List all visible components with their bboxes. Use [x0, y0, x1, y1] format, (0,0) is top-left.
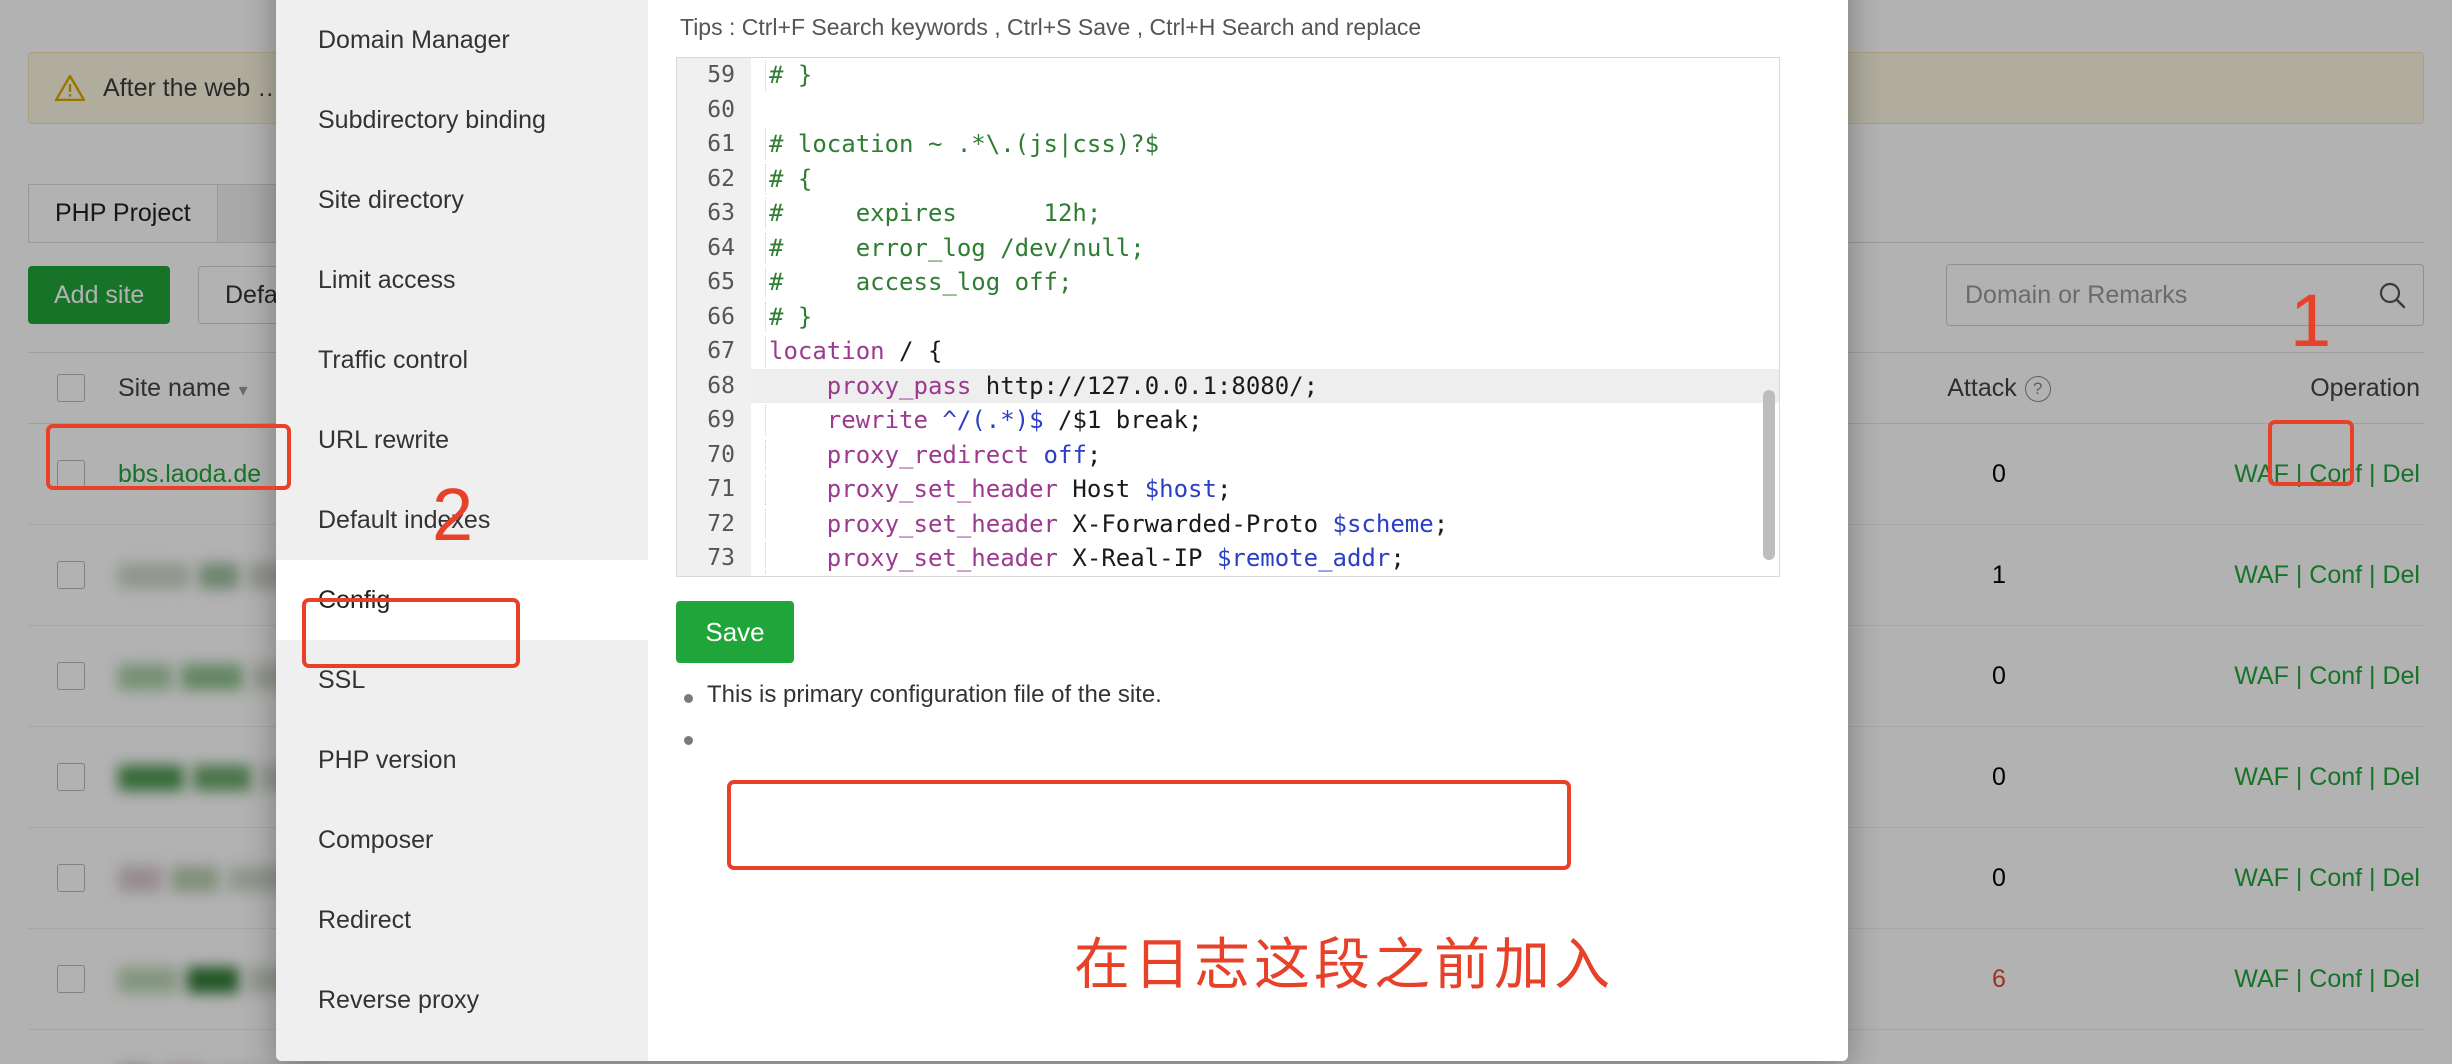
- code-token: off: [1044, 441, 1087, 469]
- line-number: 65: [677, 265, 735, 300]
- site-settings-modal: Domain Manager Subdirectory binding Site…: [276, 0, 1848, 1061]
- code-line[interactable]: # location ~ .*\.(js|css)?$: [769, 127, 1779, 162]
- editor-tips: Tips : Ctrl+F Search keywords , Ctrl+S S…: [676, 0, 1814, 57]
- line-number: 70: [677, 438, 735, 473]
- line-number: 73: [677, 541, 735, 576]
- line-number: 59: [677, 58, 735, 93]
- sidebar-item-subdirectory-binding[interactable]: Subdirectory binding: [276, 80, 648, 160]
- code-line[interactable]: # }: [769, 300, 1779, 335]
- code-line[interactable]: proxy_pass http://127.0.0.1:8080/;: [751, 369, 1779, 404]
- sidebar-item-reverse-proxy[interactable]: Reverse proxy: [276, 960, 648, 1040]
- code-line[interactable]: # }: [769, 58, 1779, 93]
- editor-scrollbar[interactable]: [1765, 60, 1777, 574]
- editor-scrollbar-thumb[interactable]: [1763, 390, 1775, 560]
- code-line[interactable]: rewrite ^/(.*)$ /$1 break;: [769, 403, 1779, 438]
- sidebar-item-config[interactable]: Config: [276, 560, 648, 640]
- code-token: $remote_addr: [1217, 544, 1390, 572]
- code-token: # {: [769, 165, 812, 193]
- note-item: [684, 723, 1814, 745]
- note-item: This is primary configuration file of th…: [684, 681, 1814, 709]
- code-token: [1029, 441, 1043, 469]
- line-number: 61: [677, 127, 735, 162]
- code-token: Host: [1058, 475, 1145, 503]
- code-token: proxy_redirect: [769, 441, 1029, 469]
- code-token: [928, 406, 942, 434]
- config-editor[interactable]: 5960616263646566676869707172737475767778…: [676, 57, 1780, 577]
- code-line[interactable]: # {: [769, 162, 1779, 197]
- code-token: proxy_set_header: [769, 510, 1058, 538]
- code-token: proxy_set_header: [769, 475, 1058, 503]
- code-token: /$1 break;: [1044, 406, 1203, 434]
- code-token: http://127.0.0.1:8080/;: [971, 372, 1318, 400]
- code-line[interactable]: proxy_set_header Host $host;: [769, 472, 1779, 507]
- line-number: 69: [677, 403, 735, 438]
- code-token: # }: [769, 303, 812, 331]
- line-number: 66: [677, 300, 735, 335]
- code-token: ;: [1434, 510, 1448, 538]
- line-number: 67: [677, 334, 735, 369]
- line-number: 72: [677, 507, 735, 542]
- line-number: 68: [677, 369, 735, 404]
- code-token: ;: [1087, 441, 1101, 469]
- sidebar-item-traffic-control[interactable]: Traffic control: [276, 320, 648, 400]
- editor-notes: This is primary configuration file of th…: [676, 681, 1814, 745]
- modal-content: Tips : Ctrl+F Search keywords , Ctrl+S S…: [648, 0, 1848, 1061]
- modal-sidebar: Domain Manager Subdirectory binding Site…: [276, 0, 648, 1061]
- code-token: proxy_set_header: [769, 544, 1058, 572]
- code-token: location: [769, 337, 885, 365]
- editor-code-area[interactable]: # } # location ~ .*\.(js|css)?$ # { # expi…: [751, 58, 1779, 576]
- save-button[interactable]: Save: [676, 601, 794, 663]
- sidebar-item-php-version[interactable]: PHP version: [276, 720, 648, 800]
- bullet-dot-icon: [684, 736, 693, 745]
- code-line[interactable]: # access_log off;: [769, 265, 1779, 300]
- code-token: X-Real-IP: [1058, 544, 1217, 572]
- sidebar-item-domain-manager[interactable]: Domain Manager: [276, 0, 648, 80]
- code-token: $host: [1145, 475, 1217, 503]
- note-text: This is primary configuration file of th…: [707, 681, 1162, 709]
- code-token: ;: [1390, 544, 1404, 572]
- line-number: 62: [677, 162, 735, 197]
- line-number: 74: [677, 576, 735, 578]
- code-token: $scheme: [1333, 510, 1434, 538]
- code-line[interactable]: [769, 93, 1779, 128]
- code-token: # access_log off;: [769, 268, 1072, 296]
- code-token: ^/(.*)$: [942, 406, 1043, 434]
- sidebar-item-redirect[interactable]: Redirect: [276, 880, 648, 960]
- code-line[interactable]: # expires 12h;: [769, 196, 1779, 231]
- code-line[interactable]: location / {: [769, 334, 1779, 369]
- line-number: 71: [677, 472, 735, 507]
- code-token: # error_log /dev/null;: [769, 234, 1145, 262]
- sidebar-item-site-directory[interactable]: Site directory: [276, 160, 648, 240]
- code-token: # }: [769, 61, 812, 89]
- code-token: rewrite: [769, 406, 928, 434]
- code-token: ;: [1217, 475, 1231, 503]
- code-token: X-Forwarded-Proto: [1058, 510, 1333, 538]
- code-line[interactable]: proxy_set_header X-Forwarded-For $proxy_…: [769, 576, 1779, 577]
- line-number: 63: [677, 196, 735, 231]
- line-number: 60: [677, 93, 735, 128]
- code-line[interactable]: # error_log /dev/null;: [769, 231, 1779, 266]
- code-token: # location ~ .*\.(js|css)?$: [769, 130, 1159, 158]
- code-line[interactable]: proxy_set_header X-Forwarded-Proto $sche…: [769, 507, 1779, 542]
- line-number: 64: [677, 231, 735, 266]
- sidebar-item-limit-access[interactable]: Limit access: [276, 240, 648, 320]
- bullet-dot-icon: [684, 694, 693, 703]
- sidebar-item-url-rewrite[interactable]: URL rewrite: [276, 400, 648, 480]
- code-line[interactable]: proxy_set_header X-Real-IP $remote_addr;: [769, 541, 1779, 576]
- code-token: proxy_pass: [769, 372, 971, 400]
- code-line[interactable]: proxy_redirect off;: [769, 438, 1779, 473]
- code-token: # expires 12h;: [769, 199, 1101, 227]
- sidebar-item-composer[interactable]: Composer: [276, 800, 648, 880]
- sidebar-item-ssl[interactable]: SSL: [276, 640, 648, 720]
- sidebar-item-default-indexes[interactable]: Default indexes: [276, 480, 648, 560]
- code-token: / {: [885, 337, 943, 365]
- editor-line-numbers: 5960616263646566676869707172737475767778…: [677, 58, 751, 576]
